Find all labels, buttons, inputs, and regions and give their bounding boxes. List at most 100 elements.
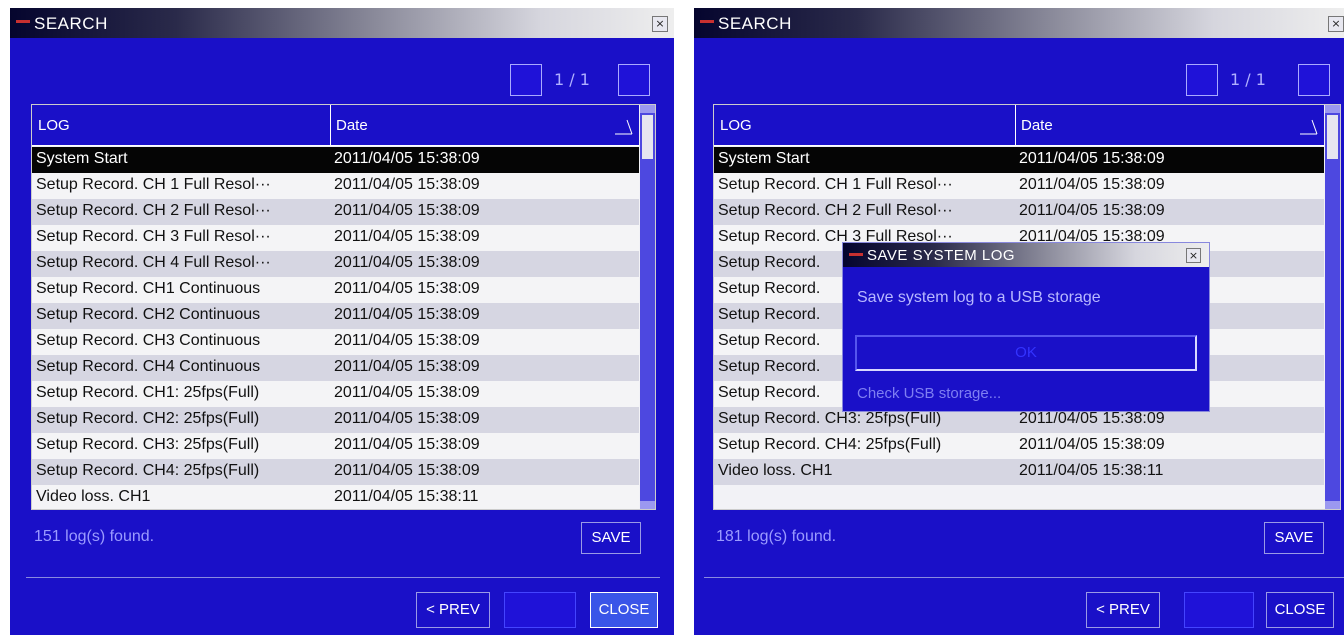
log-count: 181 log(s) found. (716, 528, 837, 545)
table-row[interactable]: Setup Record. CH 3 Full Resol··· 2011/04/… (32, 225, 639, 251)
column-header-log[interactable]: LOG (38, 117, 70, 134)
vertical-scrollbar[interactable] (640, 105, 655, 509)
next-button[interactable] (504, 592, 576, 628)
log-cell: Setup Record. CH4 Continuous (36, 358, 261, 375)
date-cell: 2011/04/05 15:38:11 (334, 488, 479, 505)
column-header-date[interactable]: Date (336, 117, 368, 134)
table-row[interactable]: Setup Record. CH2: 25fps(Full) 2011/04/05… (32, 407, 639, 433)
scroll-thumb[interactable] (1327, 115, 1338, 159)
date-cell: 2011/04/05 15:38:09 (334, 358, 480, 375)
page-next-button[interactable] (1298, 64, 1330, 96)
log-cell: System Start (718, 150, 810, 167)
table-row[interactable]: Setup Record. CH2 Continuous 2011/04/05 1… (32, 303, 639, 329)
page-prev-button[interactable] (1186, 64, 1218, 96)
log-cell: Video loss. CH1 (36, 488, 151, 505)
dialog-title: SAVE SYSTEM LOG (867, 247, 1016, 264)
log-cell: Setup Record. CH4: 25fps(Full) (718, 436, 942, 453)
log-cell: System Start (36, 150, 128, 167)
table-row[interactable]: Setup Record. CH4 Continuous 2011/04/05 1… (32, 355, 639, 381)
window-close-button[interactable]: × (652, 16, 668, 32)
date-cell: 2011/04/05 15:38:09 (334, 410, 480, 427)
title-accent-icon (16, 20, 30, 23)
title-bar: SEARCH × (694, 8, 1344, 38)
close-button[interactable]: CLOSE (590, 592, 658, 628)
prev-button[interactable]: < PREV (416, 592, 490, 628)
log-cell: Setup Record. CH 2 Full Resol··· (718, 202, 953, 219)
date-cell: 2011/04/05 15:38:09 (1019, 410, 1165, 427)
ok-button[interactable]: OK (855, 335, 1197, 371)
pager: 1 / 1 (1186, 64, 1330, 96)
table-row[interactable]: Setup Record. CH 4 Full Resol··· 2011/04/… (32, 251, 639, 277)
table-row[interactable]: Setup Record. CH4: 25fps(Full) 2011/04/05… (714, 433, 1324, 459)
page-prev-button[interactable] (510, 64, 542, 96)
date-cell: 2011/04/05 15:38:09 (1019, 202, 1165, 219)
table-row[interactable]: Setup Record. CH 1 Full Resol··· 2011/04/… (32, 173, 639, 199)
column-header-log[interactable]: LOG (720, 117, 752, 134)
table-row[interactable]: System Start 2011/04/05 15:38:09 (714, 147, 1324, 173)
log-cell: Setup Record. (718, 306, 821, 323)
sort-icon[interactable] (615, 119, 633, 135)
prev-button[interactable]: < PREV (1086, 592, 1160, 628)
save-button[interactable]: SAVE (1264, 522, 1324, 554)
log-cell: Setup Record. CH 1 Full Resol··· (36, 176, 271, 193)
title-accent-icon (700, 20, 714, 23)
table-row[interactable]: Video loss. CH1 2011/04/05 15:38:11 (714, 459, 1324, 485)
log-cell: Setup Record. CH 3 Full Resol··· (36, 228, 271, 245)
log-cell: Setup Record. (718, 280, 821, 297)
log-cell: Setup Record. CH 4 Full Resol··· (36, 254, 271, 271)
scroll-up-arrow-icon[interactable] (640, 105, 655, 113)
close-button[interactable]: CLOSE (1266, 592, 1334, 628)
table-row[interactable]: Video loss. CH1 2011/04/05 15:38:11 (32, 485, 639, 509)
table-row[interactable]: Setup Record. CH3: 25fps(Full) 2011/04/05… (32, 433, 639, 459)
dialog-message: Save system log to a USB storage (857, 289, 1101, 306)
pager: 1 / 1 (510, 64, 650, 96)
log-cell: Setup Record. CH2: 25fps(Full) (36, 410, 260, 427)
date-cell: 2011/04/05 15:38:09 (334, 436, 480, 453)
window-close-button[interactable]: × (1328, 16, 1344, 32)
scroll-up-arrow-icon[interactable] (1325, 105, 1340, 113)
date-cell: 2011/04/05 15:38:09 (334, 384, 480, 401)
table-row[interactable]: Setup Record. CH1: 25fps(Full) 2011/04/05… (32, 381, 639, 407)
dialog-close-button[interactable]: × (1186, 248, 1201, 263)
log-cell: Setup Record. CH1: 25fps(Full) (36, 384, 260, 401)
date-cell: 2011/04/05 15:38:09 (334, 150, 480, 167)
next-button[interactable] (1184, 592, 1254, 628)
table-row[interactable]: Setup Record. CH4: 25fps(Full) 2011/04/05… (32, 459, 639, 485)
log-cell: Setup Record. CH1 Continuous (36, 280, 261, 297)
log-table: LOG Date System Start 2011/04/05 15:38:09… (31, 104, 656, 510)
scroll-down-arrow-icon[interactable] (1325, 501, 1340, 509)
column-divider (330, 105, 331, 145)
log-count: 151 log(s) found. (34, 528, 155, 545)
table-row[interactable]: System Start 2011/04/05 15:38:09 (32, 147, 639, 173)
date-cell: 2011/04/05 15:38:11 (1019, 462, 1164, 479)
log-cell: Setup Record. CH3 Continuous (36, 332, 261, 349)
scroll-thumb[interactable] (642, 115, 653, 159)
scroll-down-arrow-icon[interactable] (640, 501, 655, 509)
save-system-log-dialog: SAVE SYSTEM LOG × Save system log to a U… (842, 242, 1210, 412)
date-cell: 2011/04/05 15:38:09 (334, 306, 480, 323)
divider (704, 577, 1344, 578)
dialog-status: Check USB storage... (857, 385, 1002, 402)
table-row[interactable]: Setup Record. CH1 Continuous 2011/04/05 1… (32, 277, 639, 303)
date-cell: 2011/04/05 15:38:09 (1019, 150, 1165, 167)
page-next-button[interactable] (618, 64, 650, 96)
sort-icon[interactable] (1300, 119, 1318, 135)
table-row[interactable]: Setup Record. CH 2 Full Resol··· 2011/04/… (32, 199, 639, 225)
page-indicator: 1 / 1 (554, 70, 590, 89)
window-title: SEARCH (718, 14, 792, 33)
log-cell: Setup Record. (718, 358, 821, 375)
date-cell: 2011/04/05 15:38:09 (334, 332, 480, 349)
window-title: SEARCH (34, 14, 108, 33)
search-window-left: SEARCH × 1 / 1 LOG Date System Start 2011… (10, 8, 674, 635)
save-button[interactable]: SAVE (581, 522, 641, 554)
log-cell: Video loss. CH1 (718, 462, 833, 479)
table-header: LOG Date (32, 105, 639, 146)
table-row[interactable]: Setup Record. CH 2 Full Resol··· 2011/04/… (714, 199, 1324, 225)
dialog-title-bar: SAVE SYSTEM LOG × (843, 243, 1209, 267)
table-row[interactable]: Setup Record. CH 1 Full Resol··· 2011/04/… (714, 173, 1324, 199)
vertical-scrollbar[interactable] (1325, 105, 1340, 509)
log-cell: Setup Record. CH2 Continuous (36, 306, 261, 323)
table-row[interactable]: Setup Record. CH3 Continuous 2011/04/05 1… (32, 329, 639, 355)
column-divider (1015, 105, 1016, 145)
column-header-date[interactable]: Date (1021, 117, 1053, 134)
